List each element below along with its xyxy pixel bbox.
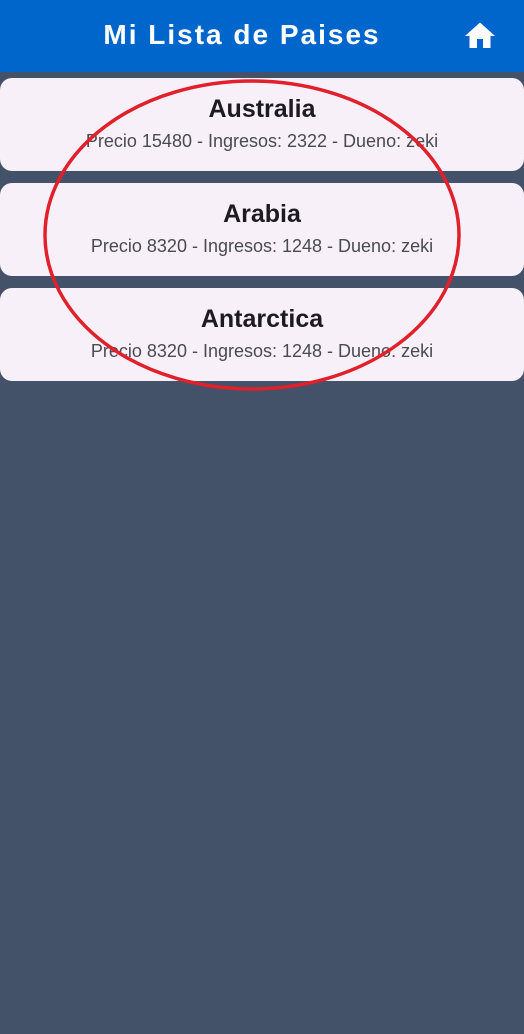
list-item-country[interactable]: Australia Precio 15480 - Ingresos: 2322 … [0, 78, 524, 171]
country-details: Precio 8320 - Ingresos: 1248 - Dueno: ze… [90, 236, 434, 256]
app-bar: Mi Lista de Paises [0, 0, 524, 72]
page-title: Mi Lista de Paises [103, 19, 381, 50]
country-name: Antarctica [200, 305, 324, 333]
country-details: Precio 15480 - Ingresos: 2322 - Dueno: z… [85, 131, 439, 151]
home-button[interactable] [462, 18, 498, 54]
list-item-country[interactable]: Arabia Precio 8320 - Ingresos: 1248 - Du… [0, 183, 524, 276]
home-icon [465, 22, 495, 48]
country-details: Precio 8320 - Ingresos: 1248 - Dueno: ze… [90, 341, 434, 361]
country-name: Australia [208, 95, 316, 123]
list-item-country[interactable]: Antarctica Precio 8320 - Ingresos: 1248 … [0, 288, 524, 381]
country-name: Arabia [223, 200, 301, 228]
